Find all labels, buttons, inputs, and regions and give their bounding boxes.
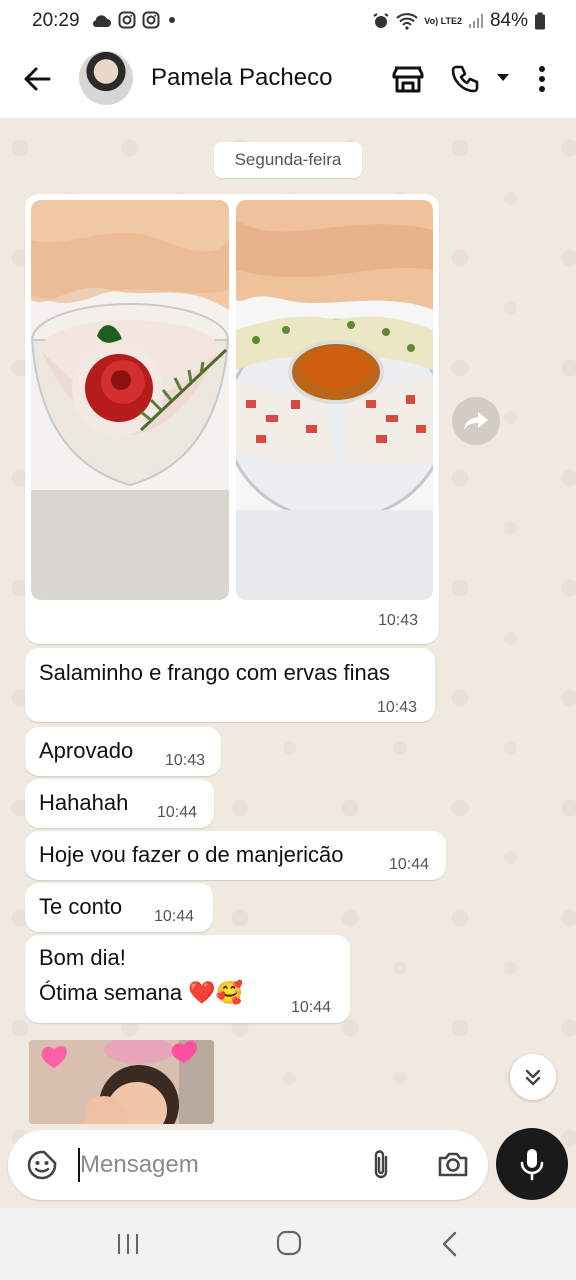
- battery-percent: 84%: [489, 10, 528, 31]
- signal-icon: [468, 14, 483, 28]
- instagram-icon: [142, 11, 160, 29]
- chat-header: Pamela Pacheco: [0, 42, 576, 118]
- camera-icon[interactable]: [437, 1148, 469, 1180]
- message-time: 10:43: [165, 752, 206, 769]
- home-icon[interactable]: [276, 1230, 302, 1256]
- contact-name[interactable]: Pamela Pacheco: [151, 64, 332, 92]
- message-time: 10:43: [378, 612, 419, 629]
- message-input[interactable]: [78, 1144, 348, 1186]
- food-photo-bowl[interactable]: [31, 200, 229, 600]
- instagram-icon: [118, 11, 136, 29]
- recent-apps-icon[interactable]: [116, 1232, 140, 1256]
- status-time: 20:29: [32, 10, 80, 31]
- store-icon[interactable]: [392, 64, 424, 94]
- double-chevron-down-icon: [525, 1069, 541, 1086]
- message-bubble[interactable]: Hoje vou fazer o de manjericão 10:44: [25, 831, 446, 880]
- battery-icon: [535, 12, 545, 30]
- message-time: 10:44: [157, 804, 198, 821]
- message-composer: [8, 1130, 488, 1200]
- message-text: Aprovado: [39, 738, 134, 763]
- scroll-to-bottom-button[interactable]: [510, 1054, 556, 1100]
- microphone-icon: [520, 1149, 544, 1181]
- message-bubble[interactable]: Te conto 10:44: [25, 883, 213, 932]
- more-vertical-icon[interactable]: [536, 64, 548, 94]
- food-photo-tray-image: [236, 200, 433, 600]
- caret-down-icon[interactable]: [496, 73, 510, 83]
- food-photo-tray[interactable]: [236, 200, 433, 600]
- status-notification-icons: [90, 11, 178, 29]
- message-text-line-1: Bom dia!: [39, 945, 126, 970]
- contact-avatar[interactable]: [79, 51, 133, 105]
- back-arrow-icon[interactable]: [22, 64, 52, 94]
- microphone-button[interactable]: [496, 1128, 568, 1200]
- status-system-icons: Vo) LTE2 84%: [372, 10, 546, 32]
- message-text: Hahahah: [39, 790, 129, 815]
- alarm-icon: [373, 13, 389, 28]
- message-bubble[interactable]: Aprovado 10:43: [25, 727, 221, 776]
- paperclip-icon[interactable]: [368, 1148, 394, 1182]
- nav-back-icon[interactable]: [440, 1231, 460, 1257]
- food-photo-bowl-image: [31, 200, 229, 600]
- photo-message-preview-image: [29, 1040, 214, 1124]
- forward-icon: [464, 412, 488, 430]
- phone-icon[interactable]: [450, 64, 480, 94]
- system-navigation-bar: [0, 1208, 576, 1280]
- cloud-icon: [92, 15, 111, 27]
- message-bubble[interactable]: Bom dia! Ótima semana ❤️🥰 10:44: [25, 935, 350, 1023]
- status-bar: 20:29 Vo) LTE2 84%: [0, 0, 576, 42]
- message-time: 10:44: [291, 999, 332, 1016]
- message-bubble[interactable]: Salaminho e frango com ervas finas 10:43: [25, 648, 435, 722]
- sticker-emoji-icon[interactable]: [26, 1149, 58, 1181]
- photo-message-preview[interactable]: [29, 1040, 214, 1124]
- message-time: 10:44: [154, 908, 195, 925]
- wifi-icon: [396, 13, 418, 30]
- text-cursor: [78, 1148, 80, 1182]
- message-text: Hoje vou fazer o de manjericão: [39, 842, 344, 867]
- dot-icon: [169, 17, 175, 23]
- message-text: Salaminho e frango com ervas finas: [39, 660, 390, 685]
- message-bubble[interactable]: Hahahah 10:44: [25, 779, 214, 828]
- date-separator: Segunda-feira: [214, 142, 362, 178]
- forward-button[interactable]: [452, 397, 500, 445]
- message-text: Te conto: [39, 894, 123, 919]
- network-label: Vo) LTE2: [424, 15, 462, 26]
- message-time: 10:43: [377, 699, 418, 716]
- message-text-line-2: Ótima semana ❤️🥰: [39, 980, 243, 1005]
- message-time: 10:44: [389, 856, 430, 873]
